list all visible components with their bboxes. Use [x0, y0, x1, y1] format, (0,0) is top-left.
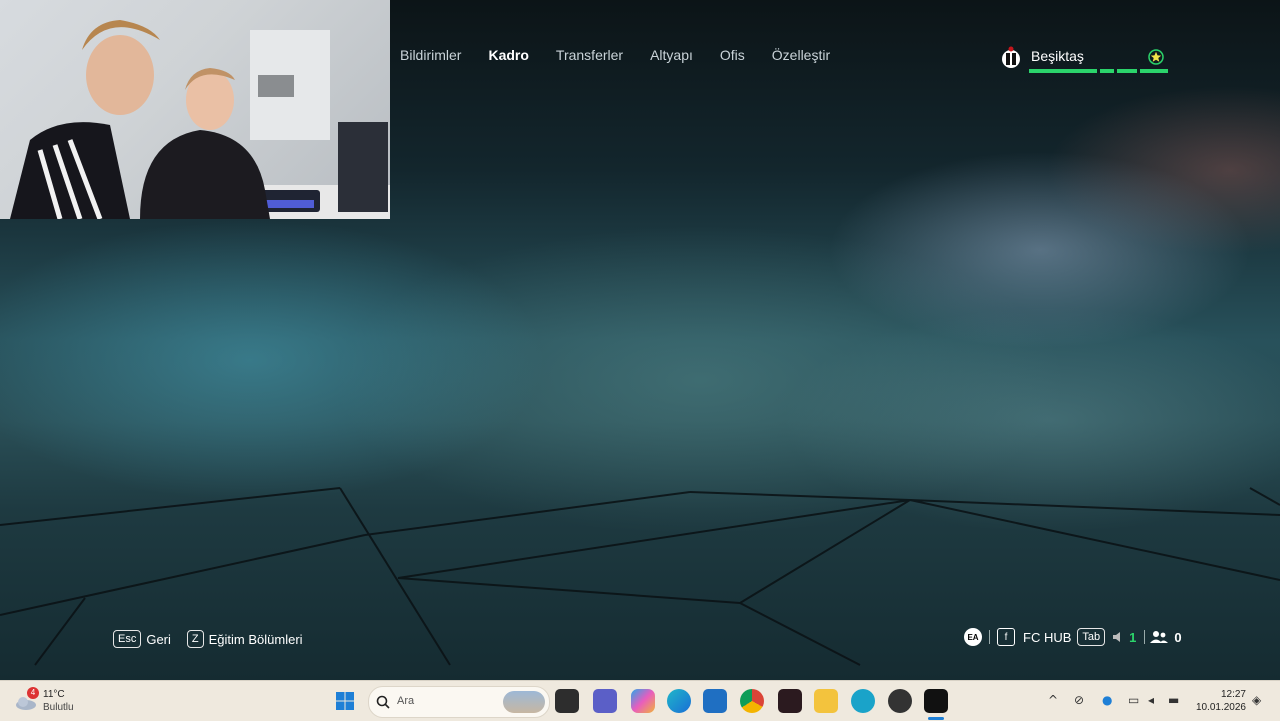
- clock[interactable]: 12:27 10.01.2026: [1190, 688, 1246, 714]
- taskbar: 4 11°C Bulutlu Ara ^ ⊘ ● ▭ ◂ ▬ 12:27 10.…: [0, 680, 1280, 721]
- speaker-icon[interactable]: [1111, 630, 1125, 644]
- webcam-overlay: [0, 0, 390, 219]
- divider: [989, 630, 990, 644]
- chevron-up-icon[interactable]: ^: [1048, 693, 1058, 707]
- file-explorer-icon[interactable]: [814, 689, 838, 713]
- hint-bar: Esc Geri Z Eğitim Bölümleri: [113, 630, 319, 648]
- online-count: 1: [1129, 629, 1137, 645]
- menu-transferler[interactable]: Transferler: [556, 47, 623, 63]
- tab-key[interactable]: Tab: [1077, 628, 1106, 646]
- notification-bell-icon[interactable]: ◈: [1252, 693, 1261, 707]
- weather-condition: Bulutlu: [43, 702, 74, 713]
- clock-date: 10.01.2026: [1195, 702, 1246, 713]
- battery-icon[interactable]: ▬: [1168, 693, 1179, 707]
- f-key-icon[interactable]: f: [997, 628, 1015, 646]
- fc-game-icon[interactable]: [924, 689, 948, 713]
- clock-time: 12:27: [1220, 689, 1246, 700]
- friends-count: 0: [1174, 629, 1182, 645]
- windows-start-icon[interactable]: [333, 689, 357, 713]
- divider: [1144, 630, 1146, 644]
- menu-kadro[interactable]: Kadro: [488, 47, 528, 63]
- search-icon: [376, 695, 390, 709]
- search-highlight-image: [503, 691, 545, 713]
- friends-icon[interactable]: [1150, 630, 1169, 644]
- club-crest-icon: [1002, 46, 1020, 68]
- settings-app-icon[interactable]: [851, 689, 875, 713]
- sync-off-icon[interactable]: ⊘: [1074, 693, 1084, 707]
- record-app-icon[interactable]: [888, 689, 912, 713]
- menu-ofis[interactable]: Ofis: [720, 47, 745, 63]
- back-label[interactable]: Geri: [146, 632, 171, 647]
- display-icon[interactable]: ▭: [1128, 693, 1139, 707]
- temperature: 11°C: [43, 689, 65, 700]
- store-icon[interactable]: [703, 689, 727, 713]
- top-menu: Bildirimler Kadro Transferler Altyapı Of…: [400, 47, 857, 63]
- star-icon: [1148, 49, 1164, 65]
- weather-widget[interactable]: 4 11°C Bulutlu: [14, 687, 94, 717]
- menu-altyapi[interactable]: Altyapı: [650, 47, 693, 63]
- chrome-icon[interactable]: [740, 689, 764, 713]
- microphone-icon[interactable]: ●: [1102, 693, 1112, 707]
- weather-badge: 4: [27, 687, 39, 699]
- app-icon[interactable]: [778, 689, 802, 713]
- volume-icon[interactable]: ◂: [1148, 693, 1154, 707]
- task-view-icon[interactable]: [555, 689, 579, 713]
- club-progress-bar: [1029, 69, 1168, 73]
- game-screen: Bildirimler Kadro Transferler Altyapı Of…: [0, 0, 1280, 680]
- right-hud: EA f FC HUB Tab 1 0: [964, 627, 1182, 647]
- edge-icon[interactable]: [667, 689, 691, 713]
- taskbar-search[interactable]: Ara: [368, 686, 550, 718]
- z-key[interactable]: Z: [186, 630, 204, 648]
- ea-icon[interactable]: EA: [964, 628, 982, 646]
- club-panel[interactable]: Beşiktaş: [1000, 44, 1180, 78]
- webcam-feed-image: [10, 20, 390, 219]
- tutorials-label[interactable]: Eğitim Bölümleri: [209, 632, 303, 647]
- esc-key[interactable]: Esc: [113, 630, 142, 648]
- search-placeholder: Ara: [397, 695, 415, 707]
- menu-ozellestir[interactable]: Özelleştir: [772, 47, 830, 63]
- menu-bildirimler[interactable]: Bildirimler: [400, 47, 461, 63]
- teams-icon[interactable]: [593, 689, 617, 713]
- copilot-icon[interactable]: [631, 689, 655, 713]
- fc-hub-label[interactable]: FC HUB: [1023, 630, 1071, 645]
- club-name: Beşiktaş: [1031, 48, 1084, 64]
